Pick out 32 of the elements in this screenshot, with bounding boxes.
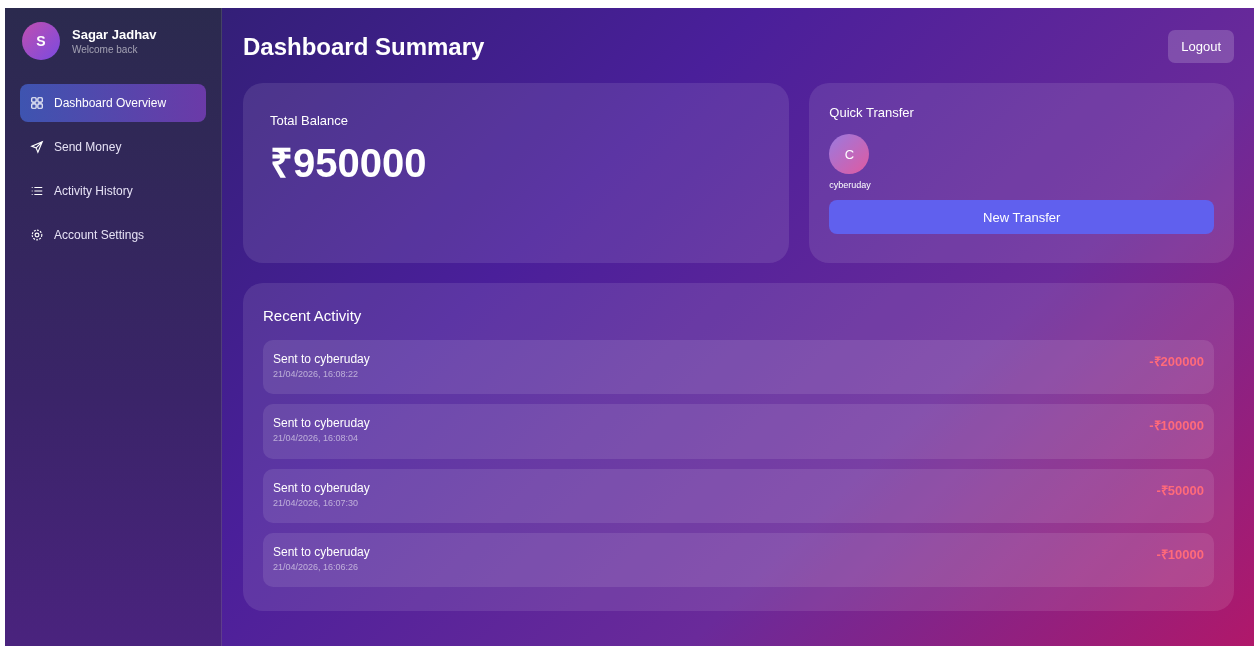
gear-icon [30,228,44,242]
activity-amount: -₹50000 [1156,481,1204,499]
sidebar-item[interactable]: Activity History [20,172,206,210]
logout-button[interactable]: Logout [1168,30,1234,63]
activity-title: Sent to cyberuday [273,544,370,559]
card-title: Quick Transfer [829,105,915,120]
activity-amount: -₹100000 [1149,417,1204,435]
balance-amount: ₹950000 [270,140,428,187]
activity-amount: -₹10000 [1156,545,1204,563]
activity-title: Sent to cyberuday [273,480,370,495]
paper-plane-icon [30,140,44,154]
user-avatar: S [22,22,60,60]
balance-label: Total Balance [270,113,350,128]
sidebar-item[interactable]: Dashboard Overview [20,84,206,122]
activity-time: 21/04/2026, 16:08:04 [273,433,360,444]
welcome-text: Welcome back [72,44,139,55]
sidebar-item[interactable]: Account Settings [20,216,206,254]
activity-time: 21/04/2026, 16:07:30 [273,497,360,508]
activity-title: Sent to cyberuday [273,416,370,431]
new-transfer-button[interactable]: New Transfer [829,200,1214,234]
grid-icon [30,96,44,110]
contact-avatar[interactable]: C [829,134,870,174]
activity-title: Sent to cyberuday [273,352,370,366]
list-icon [30,184,44,198]
contact-name: cyberuday [829,180,871,190]
card-title: Recent Activity [263,307,363,324]
sidebar-item[interactable]: Send Money [20,128,206,166]
page-title: Dashboard Summary [243,32,485,61]
activity-amount: -₹200000 [1149,353,1204,370]
user-name: Sagar Jadhav [72,27,157,42]
activity-time: 21/04/2026, 16:08:22 [273,369,360,379]
activity-time: 21/04/2026, 16:06:26 [273,561,360,572]
